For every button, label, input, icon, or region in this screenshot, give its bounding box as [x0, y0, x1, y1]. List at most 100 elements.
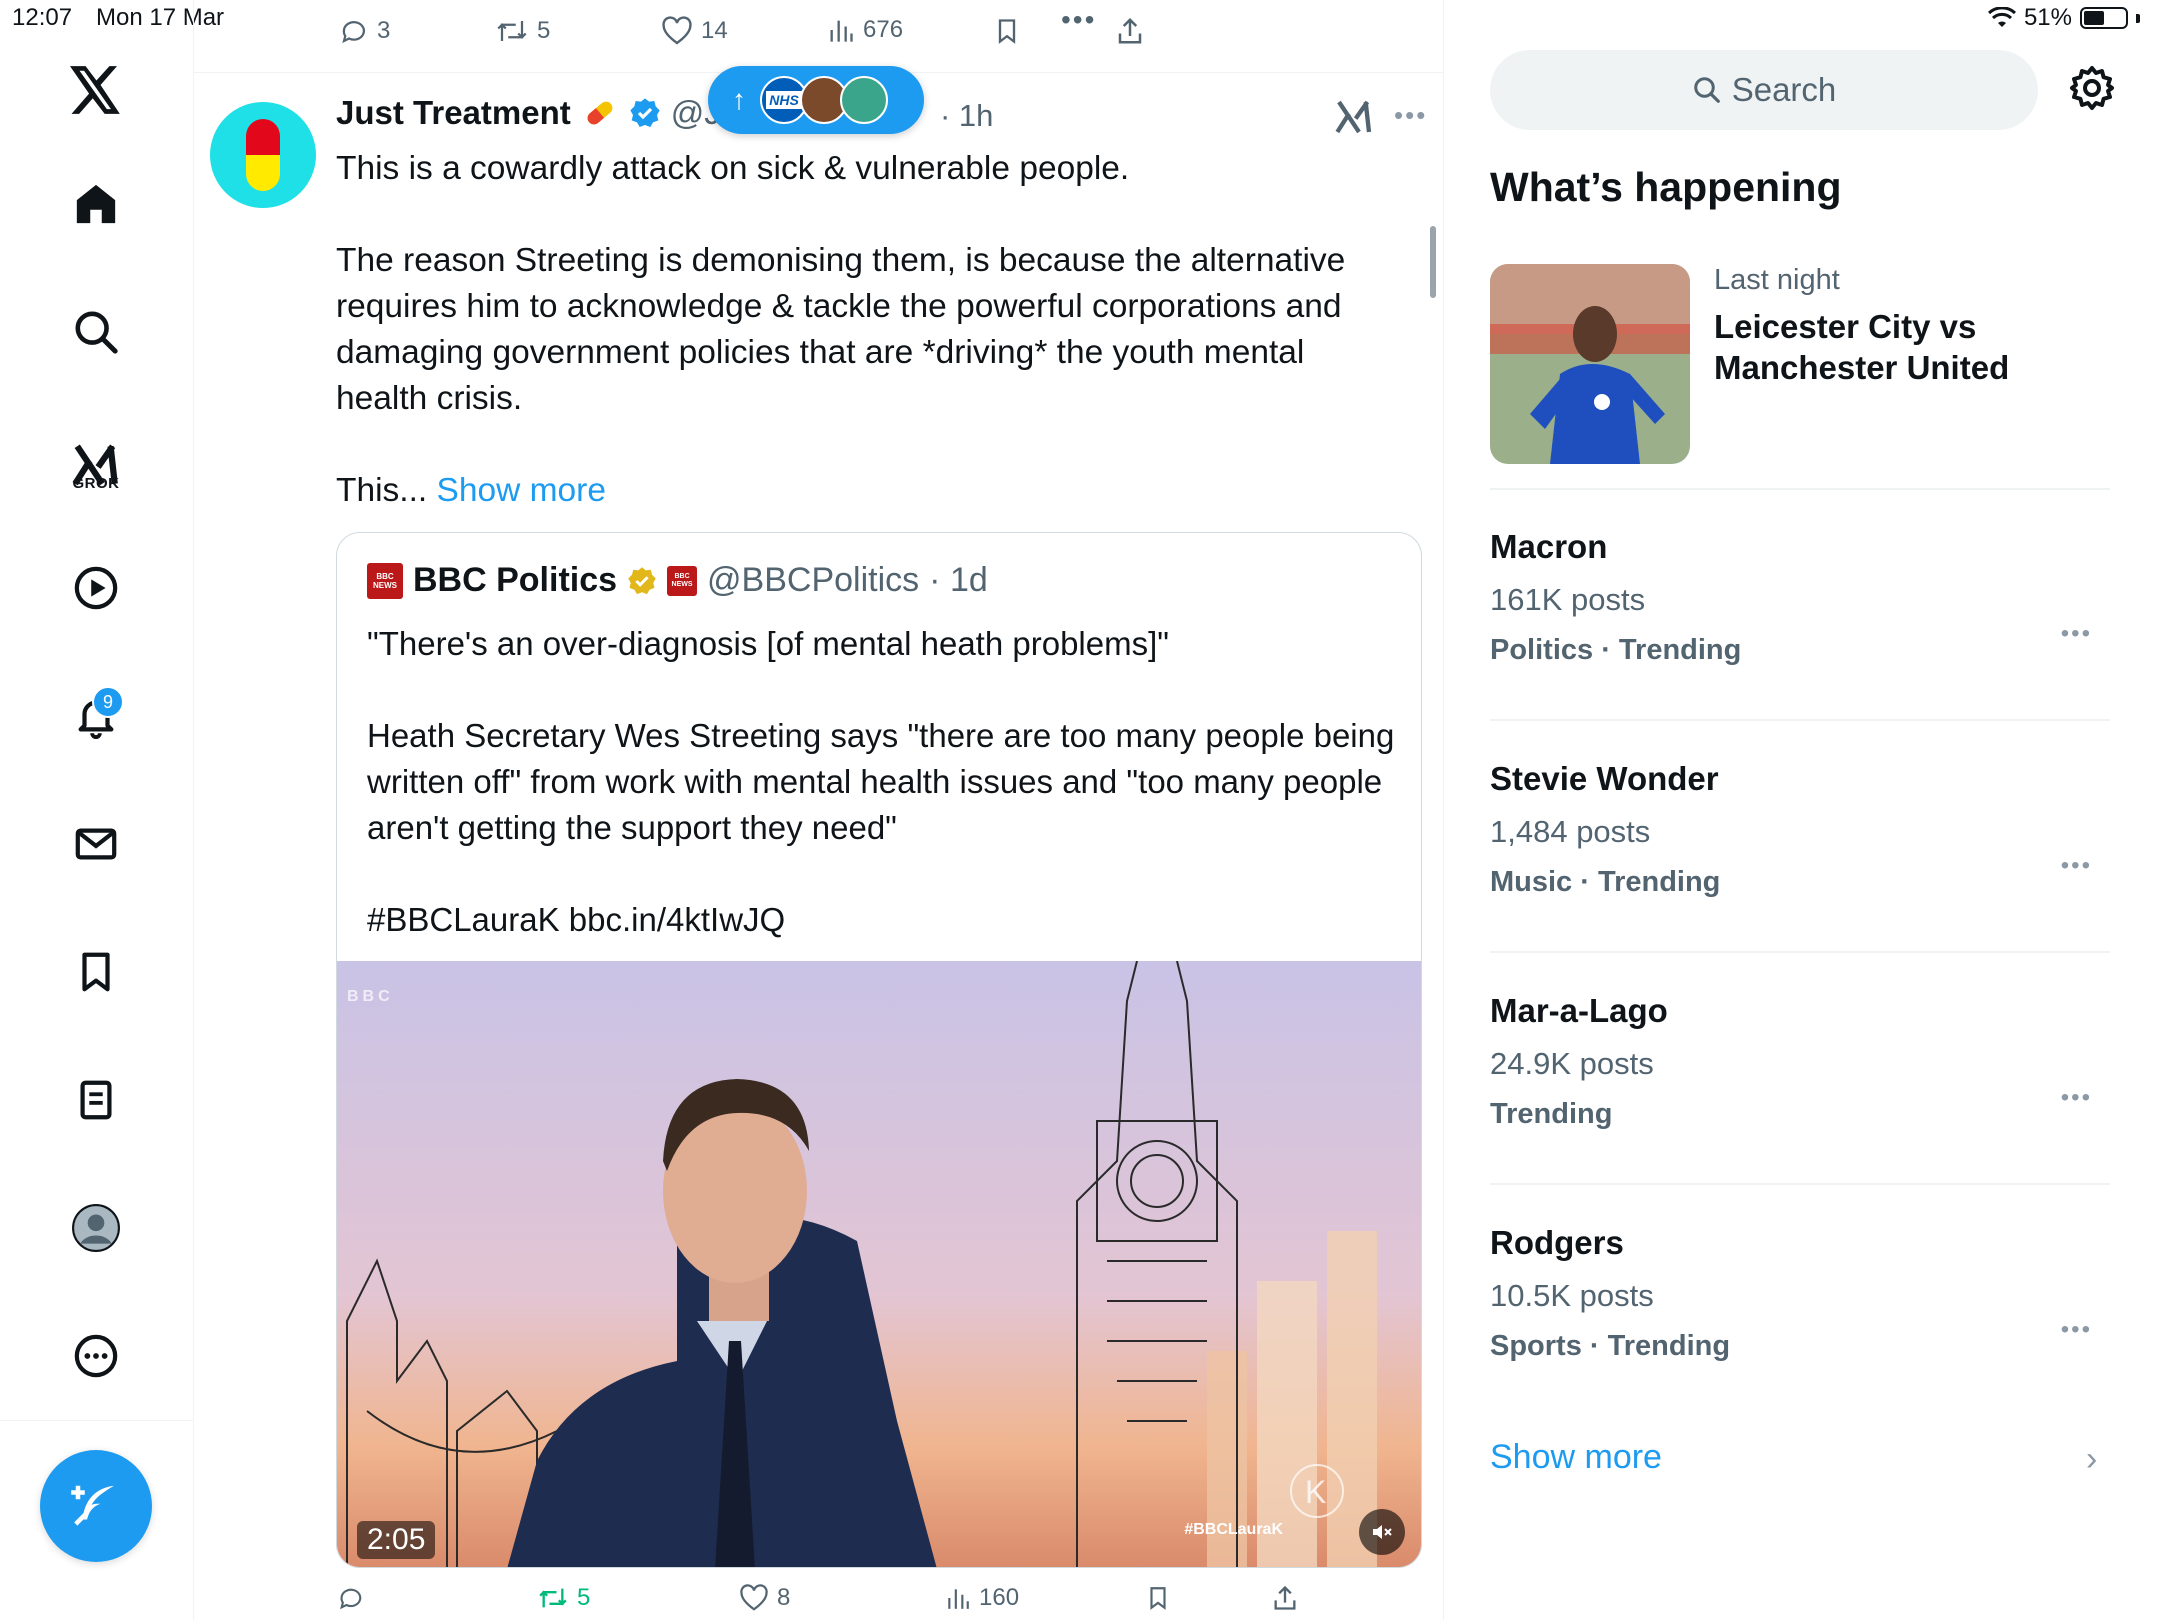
- post-body: This is a cowardly attack on sick & vuln…: [336, 146, 1396, 560]
- quote-post-actions: 5 8 160: [193, 1584, 1443, 1620]
- compose-post-button[interactable]: [40, 1450, 152, 1562]
- share-button[interactable]: [1115, 16, 1145, 46]
- divider: [1490, 488, 2110, 490]
- like-button[interactable]: 8: [739, 1584, 790, 1612]
- bbc-affiliate-badge-icon: BBC NEWS: [667, 565, 698, 596]
- views-button[interactable]: 676: [827, 16, 903, 44]
- trend-posts: 10.5K posts: [1490, 1278, 1654, 1313]
- home-icon[interactable]: [60, 168, 132, 240]
- share-upload-icon: [1118, 17, 1142, 44]
- svg-text:K: K: [1305, 1474, 1326, 1510]
- grok-label: GROK: [72, 475, 120, 492]
- quote-author-handle[interactable]: @BBCPolitics: [707, 561, 919, 600]
- previous-post-actions: 3 5 14 676 •••: [193, 0, 1443, 73]
- battery-percent: 51%: [2023, 4, 2072, 31]
- grok-post-icon[interactable]: [1334, 98, 1374, 136]
- arrow-up-icon: ↑: [732, 84, 746, 115]
- show-more-trends-link[interactable]: Show more: [1490, 1438, 1662, 1477]
- heart-icon: [662, 16, 692, 45]
- video-play-icon[interactable]: [60, 552, 132, 624]
- trend-item[interactable]: Rodgers 10.5K posts Sports · Trending ••…: [1490, 1224, 2110, 1390]
- bookmark-button[interactable]: [1145, 1584, 1171, 1612]
- repost-button[interactable]: 5: [495, 16, 550, 46]
- svg-text:BBC: BBC: [347, 988, 394, 1005]
- author-avatar[interactable]: [210, 102, 316, 208]
- show-more-link[interactable]: Show more: [437, 472, 606, 509]
- like-button[interactable]: 14: [661, 16, 728, 46]
- battery-icon: [2080, 7, 2128, 29]
- like-count: 8: [777, 1584, 791, 1611]
- post-paragraph-truncated: This... Show more: [336, 472, 606, 509]
- highlight-image[interactable]: [1490, 264, 1690, 464]
- quote-paragraph: Heath Secretary Wes Streeting says "ther…: [367, 717, 1395, 846]
- bookmark-button[interactable]: [993, 16, 1021, 46]
- left-nav: GROK 9: [0, 0, 194, 1620]
- battery-level: [2084, 11, 2105, 25]
- trend-name: Stevie Wonder: [1490, 760, 1719, 797]
- grok-icon[interactable]: GROK: [60, 420, 132, 510]
- search-icon[interactable]: [60, 296, 132, 368]
- x-logo-icon[interactable]: [60, 54, 132, 126]
- trend-category: Sports · Trending: [1490, 1330, 1731, 1362]
- reply-icon: [340, 1588, 362, 1610]
- pill-logo-icon: [246, 119, 280, 191]
- more-options-icon[interactable]: [60, 1320, 132, 1392]
- notifications-bell-icon[interactable]: 9: [60, 680, 132, 752]
- author-name[interactable]: Just Treatment: [336, 94, 571, 132]
- video-hashtag-overlay: #BBCLauraK: [1184, 1521, 1283, 1538]
- trend-name: Macron: [1490, 528, 1608, 565]
- profile-avatar-icon[interactable]: [60, 1192, 132, 1264]
- quote-header: BBC NEWS BBC Politics BBC NEWS @BBCPolitic…: [367, 561, 988, 600]
- feed-scrollbar[interactable]: [1430, 226, 1436, 298]
- trend-more-icon[interactable]: •••: [2061, 852, 2092, 880]
- quote-time: · 1d: [929, 561, 988, 599]
- quote-video-player[interactable]: BBC K 2:05 #BBCLauraK: [337, 961, 1421, 1567]
- heart-icon: [740, 1584, 768, 1611]
- speaker-muted-icon: [1373, 1525, 1392, 1539]
- bookmark-icon: [998, 19, 1016, 44]
- more-icon[interactable]: •••: [1061, 4, 1096, 36]
- trend-category: Politics · Trending: [1490, 634, 1742, 666]
- post-more-icon[interactable]: •••: [1394, 100, 1427, 131]
- verified-badge-icon: [629, 97, 661, 129]
- share-button[interactable]: [1271, 1584, 1299, 1612]
- bookmarks-icon[interactable]: [60, 936, 132, 1008]
- post-time[interactable]: · 1h: [940, 98, 993, 134]
- user-avatar: [840, 76, 888, 124]
- views-button[interactable]: 160: [945, 1584, 1019, 1612]
- trend-item[interactable]: Stevie Wonder 1,484 posts Music · Trendi…: [1490, 760, 2110, 926]
- new-posts-pill[interactable]: ↑ NHS: [708, 66, 924, 134]
- trend-more-icon[interactable]: •••: [2061, 1316, 2092, 1344]
- wifi-icon: [1987, 7, 2016, 29]
- status-indicators: 51%: [1987, 4, 2140, 32]
- pill-emoji-icon: [581, 94, 619, 132]
- reply-button[interactable]: 3: [339, 16, 390, 46]
- bookmark-icon: [1150, 1587, 1166, 1610]
- trend-category: Music · Trending: [1490, 866, 1721, 898]
- battery-tip: [2136, 13, 2140, 23]
- highlight-title[interactable]: Leicester City vs Manchester United: [1714, 306, 2074, 388]
- reply-icon: [342, 21, 366, 44]
- quote-paragraph: "There's an over-diagnosis [of mental he…: [367, 625, 1169, 662]
- settings-gear-icon[interactable]: [2068, 64, 2116, 112]
- lists-icon[interactable]: [60, 1064, 132, 1136]
- bbc-politics-avatar: BBC NEWS: [367, 562, 403, 599]
- feather-plus-icon: [71, 1485, 114, 1526]
- reply-button[interactable]: [337, 1584, 365, 1612]
- trend-more-icon[interactable]: •••: [2061, 1084, 2092, 1112]
- views-chart-icon: [830, 20, 853, 42]
- trend-more-icon[interactable]: •••: [2061, 620, 2092, 648]
- trend-name: Rodgers: [1490, 1224, 1624, 1261]
- mute-button[interactable]: [1359, 1509, 1405, 1555]
- trend-category: Trending: [1490, 1098, 1613, 1130]
- search-bar[interactable]: Search: [1490, 50, 2038, 130]
- messages-mail-icon[interactable]: [60, 808, 132, 880]
- quoted-post-card[interactable]: BBC NEWS BBC Politics BBC NEWS @BBCPolitic…: [336, 532, 1422, 1568]
- share-upload-icon: [1274, 1585, 1296, 1610]
- quote-author-name[interactable]: BBC Politics: [413, 561, 617, 600]
- trend-item[interactable]: Macron 161K posts Politics · Trending ••…: [1490, 528, 2110, 694]
- repost-button-active[interactable]: 5: [537, 1584, 590, 1612]
- trend-item[interactable]: Mar-a-Lago 24.9K posts Trending •••: [1490, 992, 2110, 1158]
- highlight-meta: Last night: [1714, 264, 1840, 296]
- nav-divider: [0, 1420, 193, 1421]
